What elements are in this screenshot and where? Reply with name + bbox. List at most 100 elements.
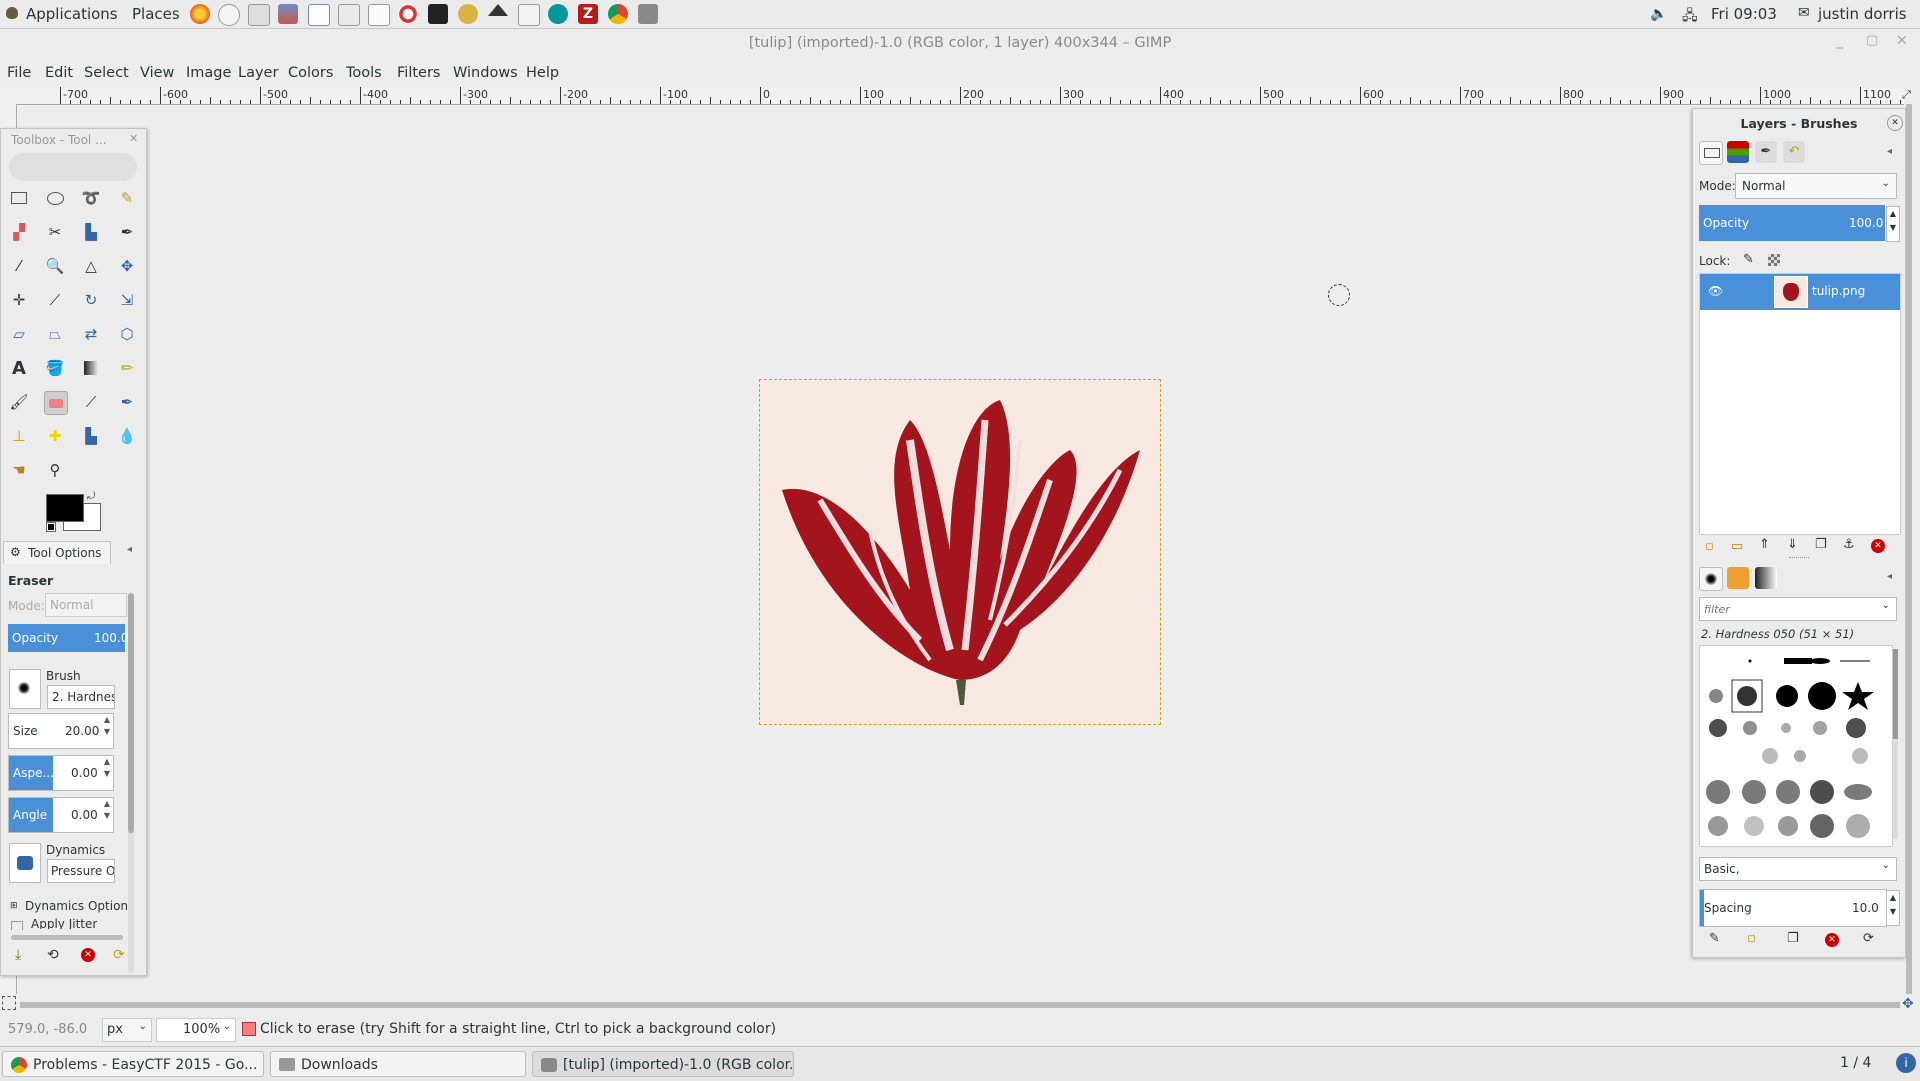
lower-layer-icon[interactable]: ⇓ — [1787, 537, 1798, 552]
lock-alpha-icon[interactable] — [1768, 254, 1780, 266]
dock-close-icon[interactable]: ✕ — [1887, 115, 1903, 131]
tab-brushes[interactable] — [1699, 567, 1723, 591]
menu-image[interactable]: Image — [186, 65, 231, 81]
notes-icon[interactable] — [518, 4, 540, 26]
select-by-color-icon[interactable]: ▞ — [8, 221, 30, 243]
canvas-horizontal-scrollbar[interactable] — [20, 1002, 1900, 1008]
dynamics-preview[interactable] — [9, 843, 41, 883]
dynamics-field[interactable]: Pressure O — [47, 859, 115, 883]
layer-opacity-spin-icon[interactable]: ▲ ▼ — [1886, 206, 1900, 242]
canvas-vertical-scrollbar[interactable] — [1906, 104, 1912, 994]
tab-patterns[interactable] — [1727, 567, 1749, 589]
anchor-layer-icon[interactable]: ⚓ — [1843, 537, 1855, 552]
rotate-icon[interactable]: ↻ — [80, 289, 102, 311]
expand-icon[interactable]: ⊞ — [10, 901, 18, 911]
tab-gradients[interactable] — [1755, 567, 1777, 589]
smudge-icon[interactable]: ☚ — [8, 459, 30, 481]
dock-tab-menu-icon[interactable]: ◂ — [1887, 146, 1892, 157]
heal-icon[interactable]: ✚ — [44, 425, 66, 447]
brushes-tab-menu-icon[interactable]: ◂ — [1887, 571, 1892, 582]
tab-channels[interactable] — [1727, 141, 1749, 163]
shear-icon[interactable]: ▱ — [8, 323, 30, 345]
paintbrush-icon[interactable]: 🖌 — [8, 391, 30, 413]
terminal-icon[interactable] — [428, 4, 448, 24]
image-viewer-icon[interactable] — [278, 4, 298, 24]
maximize-icon[interactable]: ▢ — [1866, 33, 1878, 48]
gimp-icon[interactable] — [458, 4, 478, 24]
delete-layer-icon[interactable]: ✕ — [1871, 539, 1885, 553]
duplicate-brush-icon[interactable]: ❐ — [1787, 931, 1799, 946]
menu-filters[interactable]: Filters — [397, 65, 440, 81]
text-icon[interactable]: A — [8, 357, 30, 379]
apply-jitter-checkbox[interactable] — [11, 921, 23, 930]
restore-options-icon[interactable]: ⟲ — [47, 947, 59, 963]
layer-mode-select[interactable]: Normal ⌄ — [1735, 173, 1897, 199]
zoom-select[interactable]: 100% ⌄ — [156, 1018, 236, 1042]
tulip-image[interactable] — [759, 379, 1161, 725]
delete-brush-icon[interactable]: ✕ — [1825, 933, 1839, 947]
menu-view[interactable]: View — [140, 65, 174, 81]
calculator-icon[interactable] — [338, 4, 360, 26]
unit-select[interactable]: px ⌄ — [102, 1018, 152, 1042]
perspective-icon[interactable]: ⏢ — [44, 323, 66, 345]
free-select-icon[interactable]: ➰ — [80, 187, 102, 209]
new-layer-icon[interactable]: ▫ — [1705, 539, 1714, 554]
close-icon[interactable]: ✕ — [1896, 33, 1908, 49]
user-menu[interactable]: justin dorris — [1818, 5, 1907, 23]
layer-opacity-slider[interactable]: Opacity 100.0 — [1699, 205, 1885, 241]
speaker-icon[interactable]: 🔈 — [1650, 6, 1667, 22]
quick-mask-icon[interactable] — [2, 996, 16, 1010]
new-layer-group-icon[interactable]: ▭ — [1731, 539, 1743, 554]
task-chrome[interactable]: Problems - EasyCTF 2015 - Go... — [2, 1051, 264, 1077]
tab-undo-history[interactable]: ↶ — [1783, 141, 1805, 163]
pane-separator[interactable] — [1789, 557, 1809, 561]
fuzzy-select-icon[interactable]: ✎ — [116, 187, 138, 209]
default-colors-icon[interactable] — [46, 522, 56, 532]
swap-colors-icon[interactable]: ⤾ — [87, 491, 95, 502]
scale-icon[interactable]: ⇲ — [116, 289, 138, 311]
eraser-icon[interactable] — [44, 391, 68, 415]
align-icon[interactable]: ✛ — [8, 289, 30, 311]
menu-edit[interactable]: Edit — [45, 65, 73, 81]
chrome-icon[interactable] — [608, 4, 628, 24]
menu-colors[interactable]: Colors — [288, 65, 333, 81]
brush-field[interactable]: 2. Hardnes — [47, 685, 115, 709]
refresh-brushes-icon[interactable]: ⟳ — [1863, 931, 1874, 946]
dodge-burn-icon[interactable]: ⚲ — [44, 459, 66, 481]
h-scrollbar[interactable] — [11, 935, 123, 940]
gimp-wilber-icon[interactable] — [638, 4, 658, 24]
aspect-slider[interactable]: Aspe... 0.00 ▲ ▼ — [8, 755, 114, 791]
text-editor-icon[interactable] — [368, 4, 390, 26]
task-gimp[interactable]: [tulip] (imported)-1.0 (RGB color... — [532, 1051, 794, 1077]
clone-icon[interactable]: ⊥ — [8, 425, 30, 447]
save-options-icon[interactable]: ⤓ — [15, 947, 21, 963]
size-slider[interactable]: Size 20.00 ▲ ▼ — [8, 713, 114, 749]
minimize-icon[interactable]: _ — [1836, 33, 1843, 49]
airbrush-icon[interactable]: ⟋ — [80, 391, 102, 413]
opacity-slider[interactable]: Opacity 100.0 — [8, 624, 128, 652]
layer-row[interactable]: 👁 tulip.png — [1700, 274, 1900, 310]
wilber-drop-area[interactable] — [9, 153, 137, 181]
places-menu[interactable]: Places — [132, 5, 180, 23]
gradient-icon[interactable] — [80, 357, 102, 379]
applications-menu[interactable]: Applications — [26, 5, 118, 23]
cage-transform-icon[interactable]: ⬡ — [116, 323, 138, 345]
ink-icon[interactable]: ✒ — [116, 391, 138, 413]
pencil-icon[interactable]: ✏ — [116, 357, 138, 379]
zoom-icon[interactable]: 🔍 — [44, 255, 66, 277]
delete-options-icon[interactable]: ✕ — [81, 948, 95, 962]
crop-icon[interactable]: ⟋ — [44, 289, 66, 311]
flip-icon[interactable]: ⇄ — [80, 323, 102, 345]
task-downloads[interactable]: Downloads — [270, 1051, 526, 1077]
size-spin-icon[interactable]: ▲ ▼ — [101, 714, 113, 748]
filezilla-icon[interactable]: Z — [578, 4, 598, 24]
info-icon[interactable]: i — [1896, 1053, 1916, 1073]
tab-paths[interactable]: ✒ — [1755, 141, 1777, 163]
brushes-scrollbar-thumb[interactable] — [1893, 649, 1898, 739]
clock[interactable]: Fri 09:03 — [1711, 5, 1777, 23]
menu-select[interactable]: Select — [84, 65, 129, 81]
mode-select[interactable]: Normal — [45, 593, 127, 617]
firefox-icon[interactable] — [190, 4, 210, 24]
eye-icon[interactable]: 👁 — [1708, 284, 1723, 298]
angle-spin-icon[interactable]: ▲ ▼ — [101, 798, 113, 832]
